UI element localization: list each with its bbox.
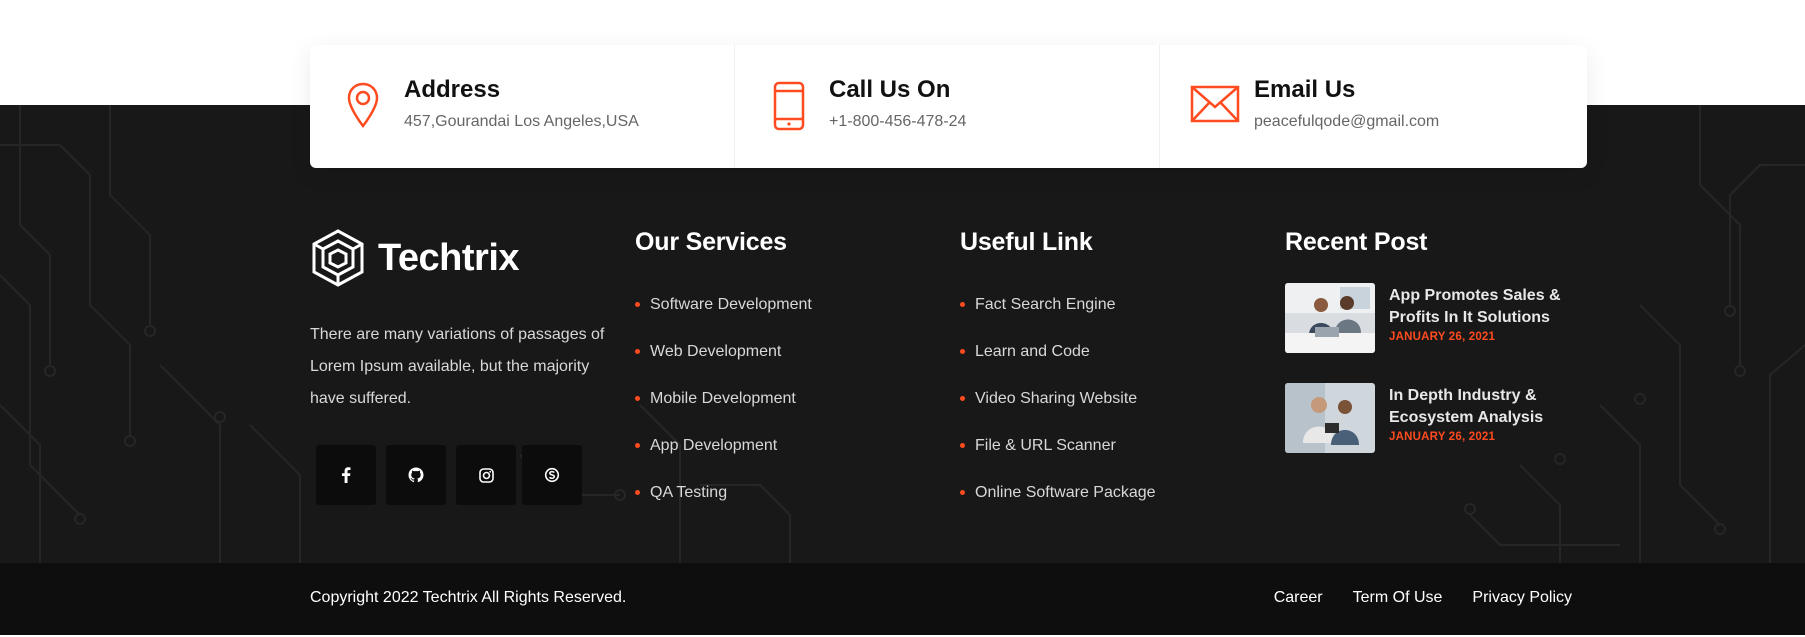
service-link[interactable]: Software Development [635, 281, 812, 328]
services-list: Software Development Web Development Mob… [635, 281, 812, 516]
facebook-icon [342, 467, 351, 483]
post-date: JANUARY 26, 2021 [1389, 331, 1496, 343]
phone-icon [773, 81, 805, 131]
brand-name: Techtrix [378, 236, 520, 279]
brand-logo[interactable]: Techtrix [310, 228, 520, 288]
bullet [635, 490, 640, 495]
recent-title: Recent Post [1285, 228, 1428, 256]
service-label: Mobile Development [650, 389, 796, 407]
useful-link[interactable]: Learn and Code [960, 328, 1156, 375]
services-title: Our Services [635, 228, 787, 256]
map-pin-icon [347, 82, 379, 129]
contact-title: Call Us On [829, 76, 951, 103]
bullet [960, 443, 965, 448]
instagram-icon [478, 467, 494, 483]
service-label: Software Development [650, 295, 812, 313]
hexagon-logo-icon [312, 229, 364, 287]
contact-value: peacefulqode@gmail.com [1254, 113, 1440, 130]
contact-title: Email Us [1254, 76, 1356, 103]
privacy-link[interactable]: Privacy Policy [1472, 589, 1572, 607]
terms-link[interactable]: Term Of Use [1353, 589, 1443, 607]
envelope-icon [1190, 85, 1240, 123]
contact-email: Email Us peacefulqode@gmail.com [1160, 45, 1585, 168]
footer-page: Address 457,Gourandai Los Angeles,USA Ca… [0, 0, 1805, 637]
useful-label: Fact Search Engine [975, 295, 1116, 313]
post-thumbnail [1285, 283, 1375, 353]
bullet [960, 349, 965, 354]
useful-label: Online Software Package [975, 483, 1156, 501]
useful-link[interactable]: Video Sharing Website [960, 375, 1156, 422]
service-link[interactable]: Mobile Development [635, 375, 812, 422]
contact-address: Address 457,Gourandai Los Angeles,USA [310, 45, 735, 168]
useful-title: Useful Link [960, 228, 1093, 256]
contact-phone: Call Us On +1-800-456-478-24 [735, 45, 1160, 168]
useful-list: Fact Search Engine Learn and Code Video … [960, 281, 1156, 516]
service-label: Web Development [650, 342, 782, 360]
facebook-button[interactable] [316, 445, 376, 505]
skype-icon [544, 467, 560, 483]
service-link[interactable]: QA Testing [635, 469, 812, 516]
contact-value: 457,Gourandai Los Angeles,USA [404, 113, 639, 130]
useful-link[interactable]: Online Software Package [960, 469, 1156, 516]
contact-value: +1-800-456-478-24 [829, 113, 967, 130]
post-title: App Promotes Sales & Profits In It Solut… [1389, 287, 1561, 326]
recent-post[interactable]: App Promotes Sales & Profits In It Solut… [1285, 283, 1564, 353]
useful-link[interactable]: File & URL Scanner [960, 422, 1156, 469]
post-title: In Depth Industry & Ecosystem Analysis [1389, 387, 1544, 426]
service-link[interactable]: App Development [635, 422, 812, 469]
useful-link[interactable]: Fact Search Engine [960, 281, 1156, 328]
instagram-button[interactable] [456, 445, 516, 505]
social-links [316, 445, 592, 505]
bullet [635, 349, 640, 354]
post-thumbnail [1285, 383, 1375, 453]
github-icon [408, 467, 424, 483]
contact-card: Address 457,Gourandai Los Angeles,USA Ca… [310, 45, 1587, 168]
bullet [635, 396, 640, 401]
about-text: There are many variations of passages of… [310, 326, 605, 407]
bullet [635, 443, 640, 448]
contact-title: Address [404, 76, 501, 103]
skype-button[interactable] [522, 445, 582, 505]
recent-post[interactable]: In Depth Industry & Ecosystem Analysis J… [1285, 383, 1564, 453]
post-body: In Depth Industry & Ecosystem Analysis J… [1389, 385, 1564, 453]
github-button[interactable] [386, 445, 446, 505]
bullet [635, 302, 640, 307]
services-column: Our Services Software Development Web De… [635, 228, 812, 516]
useful-label: Learn and Code [975, 342, 1090, 360]
copyright-text: Copyright 2022 Techtrix All Rights Reser… [310, 589, 627, 606]
service-label: App Development [650, 436, 778, 454]
service-label: QA Testing [650, 483, 728, 501]
bullet [960, 490, 965, 495]
useful-column: Useful Link Fact Search Engine Learn and… [960, 228, 1156, 516]
bullet [960, 396, 965, 401]
useful-label: Video Sharing Website [975, 389, 1138, 407]
post-date: JANUARY 26, 2021 [1389, 431, 1496, 443]
post-body: App Promotes Sales & Profits In It Solut… [1389, 285, 1564, 353]
service-link[interactable]: Web Development [635, 328, 812, 375]
bullet [960, 302, 965, 307]
bottom-links: Career Term Of Use Privacy Policy [1244, 589, 1572, 607]
recent-column: Recent Post [1285, 228, 1427, 257]
useful-label: File & URL Scanner [975, 436, 1116, 454]
career-link[interactable]: Career [1274, 589, 1323, 607]
